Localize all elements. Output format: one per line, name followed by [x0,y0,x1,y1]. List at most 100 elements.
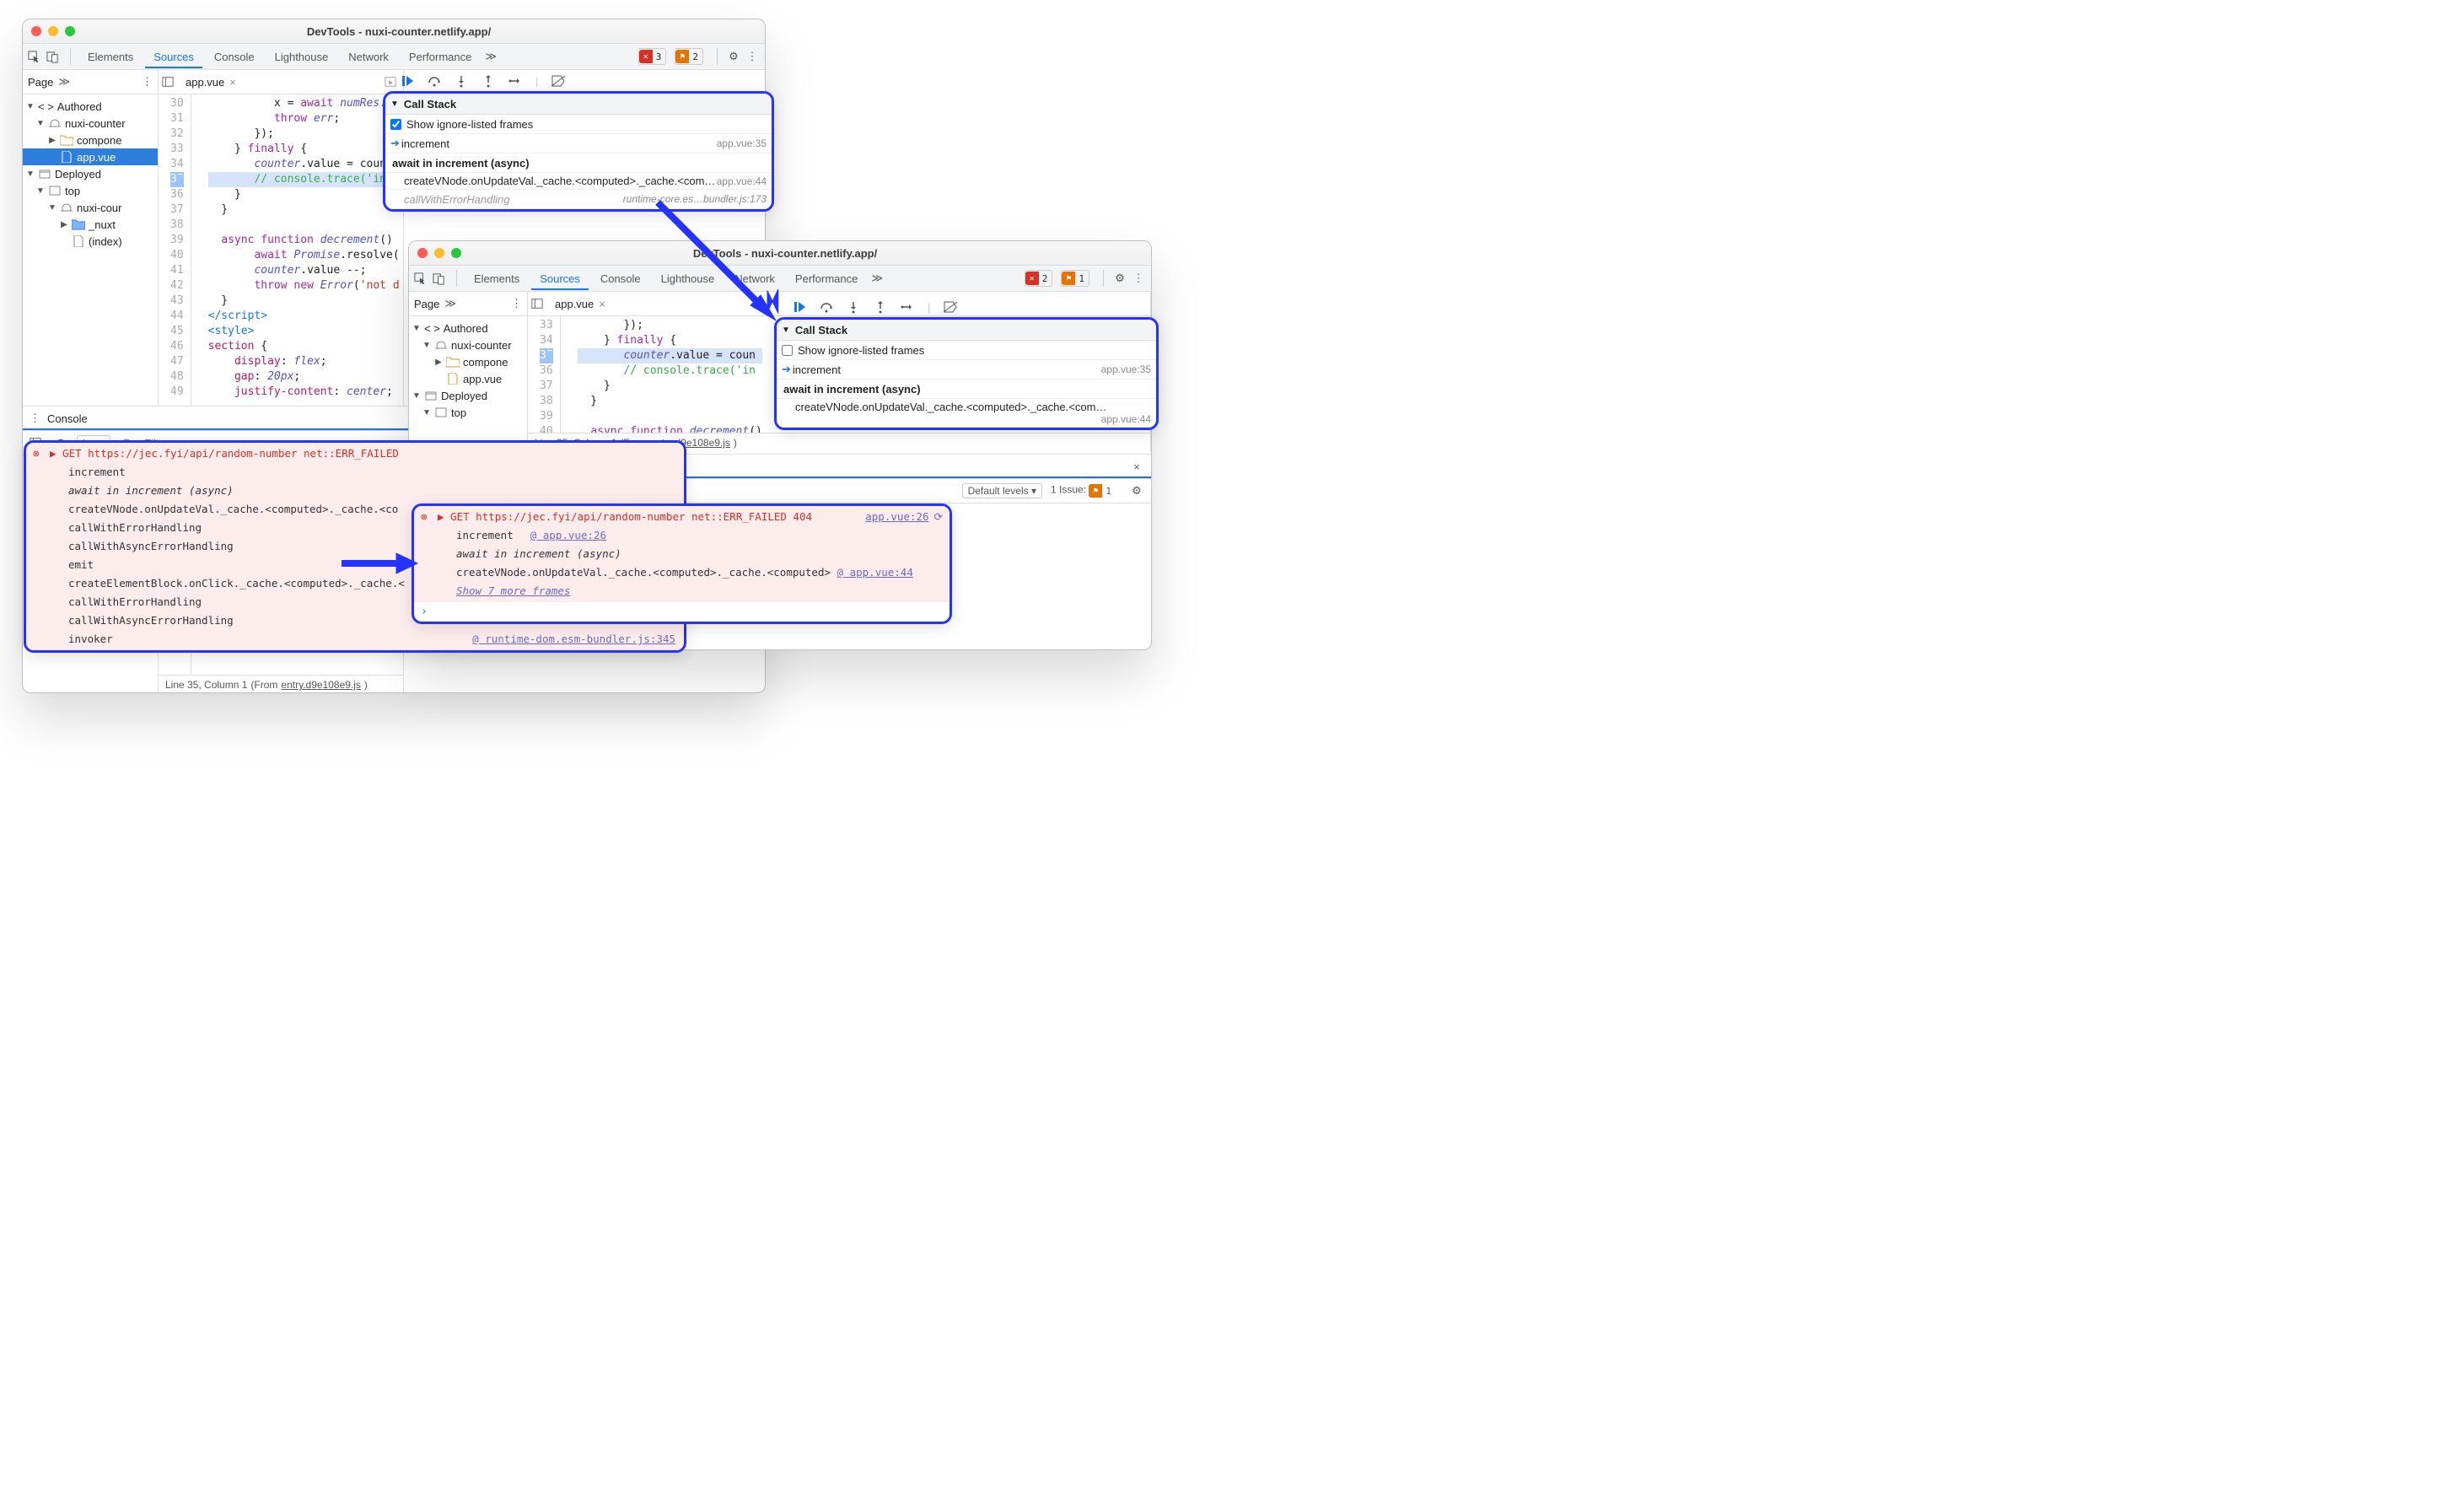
tree-deployed-section[interactable]: ▼Deployed [23,165,158,182]
toggle-navigator-icon[interactable] [162,76,177,88]
tree-item-active-file[interactable]: app.vue [23,148,158,165]
call-stack-frame[interactable]: incrementapp.vue:35 [777,360,1156,380]
file-tab-active[interactable]: app.vue× [180,76,241,89]
tree-item[interactable]: ▶compone [409,353,527,370]
log-levels-selector[interactable]: Default levels ▾ [962,483,1042,498]
show-ignore-listed-checkbox[interactable] [782,345,793,356]
debugger-resume-icon[interactable] [793,300,806,314]
inspect-element-icon[interactable] [414,272,429,285]
close-file-tab-icon[interactable]: × [599,298,605,310]
error-count-badge[interactable]: ✕3 [638,48,667,65]
error-count-badge[interactable]: ✕2 [1025,270,1053,287]
debugger-step-over-icon[interactable] [428,74,441,88]
editor-status-bar: Line 35, Column 1 (From entry.d9e108e9.j… [159,675,403,693]
navigator-more-chevrons[interactable]: ≫ [444,297,456,310]
debugger-resume-icon[interactable] [401,74,414,88]
minimize-window-dot[interactable] [434,248,444,258]
debugger-deactivate-breakpoints-icon[interactable] [551,75,567,87]
tree-item[interactable]: ▼top [409,404,527,421]
tab-lighthouse[interactable]: Lighthouse [266,46,337,68]
navigator-options-kebab[interactable]: ⋮ [511,297,522,310]
debugger-step-icon[interactable] [508,74,522,88]
tree-authored-section[interactable]: ▼< >Authored [409,320,527,337]
navigator-more-chevrons[interactable]: ≫ [58,75,70,89]
tree-item[interactable]: ▼nuxi-counter [23,115,158,132]
console-stack-frame[interactable]: invoker@ runtime-dom.esm-bundler.js:345 [26,630,684,649]
device-toolbar-icon[interactable] [433,272,448,285]
tab-elements[interactable]: Elements [465,267,528,290]
debugger-step-into-icon[interactable] [455,74,468,88]
console-stack-source-link[interactable]: @ app.vue:26 [530,529,606,541]
console-stack-frame[interactable]: increment [26,463,684,482]
tab-sources[interactable]: Sources [531,267,589,290]
console-error-line[interactable]: ⊗ ▶ GET https://jec.fyi/api/random-numbe… [414,508,950,526]
console-source-link[interactable]: app.vue:26 [865,508,928,526]
status-source-link[interactable]: entry.d9e108e9.js [281,679,361,691]
call-stack-frame[interactable]: createVNode.onUpdateVal._cache.<computed… [385,173,772,190]
tab-performance[interactable]: Performance [401,46,480,68]
console-show-more-frames[interactable]: Show 7 more frames [414,582,950,600]
zoom-window-dot[interactable] [451,248,461,258]
minimize-window-dot[interactable] [48,26,58,36]
zoom-window-dot[interactable] [65,26,75,36]
console-error-line[interactable]: ⊗▶ GET https://jec.fyi/api/random-number… [26,444,684,463]
close-file-tab-icon[interactable]: × [229,76,236,89]
show-ignore-listed-label: Show ignore-listed frames [406,118,533,131]
debugger-step-over-icon[interactable] [820,300,833,314]
console-stack-async: await in increment (async) [26,482,684,500]
tree-item[interactable]: ▶_nuxt [23,216,158,233]
tree-item[interactable]: ▼nuxi-counter [409,337,527,353]
debugger-step-out-icon[interactable] [874,300,887,314]
call-stack-frame[interactable]: createVNode.onUpdateVal._cache.<computed… [777,399,1156,428]
toggle-navigator-icon[interactable] [531,298,546,310]
show-ignore-listed-label: Show ignore-listed frames [798,344,924,357]
inspect-element-icon[interactable] [28,51,43,63]
console-stack-async: await in increment (async) [414,545,950,563]
close-window-dot[interactable] [417,248,428,258]
navigator-tab-page[interactable]: Page [414,298,439,310]
device-toolbar-icon[interactable] [46,51,62,63]
console-stack-frame[interactable]: createVNode.onUpdateVal._cache.<computed… [414,563,950,582]
call-stack-title: Call Stack [404,98,456,110]
warning-count-badge[interactable]: ⚑2 [675,48,703,65]
more-panels-chevrons[interactable]: ≫ [483,50,498,63]
settings-gear-icon[interactable]: ⚙ [1112,272,1127,285]
debugger-step-icon[interactable] [901,300,914,314]
navigator-tab-page[interactable]: Page [28,76,53,89]
tree-authored-section[interactable]: ▼< >Authored [23,98,158,115]
navigator-options-kebab[interactable]: ⋮ [142,75,153,89]
close-drawer-icon[interactable]: × [1129,460,1144,473]
replay-xhr-icon[interactable]: ⟳ [934,508,943,526]
debugger-deactivate-breakpoints-icon[interactable] [944,301,959,313]
tree-item[interactable]: ▼nuxi-cour [23,199,158,216]
tab-network[interactable]: Network [340,46,397,68]
warning-count-badge[interactable]: ⚑1 [1061,270,1089,287]
close-window-dot[interactable] [31,26,41,36]
console-stack-frame[interactable]: increment@ app.vue:26 [414,526,950,545]
show-ignore-listed-checkbox[interactable] [390,119,401,130]
more-options-kebab-icon[interactable]: ⋮ [745,50,760,63]
call-stack-frame[interactable]: incrementapp.vue:35 [385,134,772,153]
tree-item[interactable]: app.vue [409,370,527,387]
settings-gear-icon[interactable]: ⚙ [726,50,741,63]
more-options-kebab-icon[interactable]: ⋮ [1131,272,1146,285]
console-stack-source-link[interactable]: @ app.vue:44 [837,566,913,579]
issues-indicator[interactable]: 1 Issue: ⚑1 [1051,483,1121,498]
console-settings-gear-icon[interactable]: ⚙ [1129,484,1144,498]
drawer-options-kebab[interactable]: ⋮ [30,412,40,425]
tab-performance[interactable]: Performance [787,267,866,290]
tab-console[interactable]: Console [592,267,649,290]
debugger-step-out-icon[interactable] [482,74,495,88]
file-tab-active[interactable]: app.vue× [550,298,611,310]
tab-elements[interactable]: Elements [79,46,142,68]
tree-deployed-section[interactable]: ▼Deployed [409,387,527,404]
tree-item[interactable]: ▶compone [23,132,158,148]
tab-console[interactable]: Console [206,46,263,68]
console-stack-source-link[interactable]: @ runtime-dom.esm-bundler.js:345 [472,633,675,645]
tab-sources[interactable]: Sources [145,46,202,68]
more-panels-chevrons[interactable]: ≫ [869,272,885,285]
console-error-collapsed: ⊗ ▶ GET https://jec.fyi/api/random-numbe… [412,503,952,624]
tree-item[interactable]: (index) [23,233,158,250]
debugger-step-into-icon[interactable] [847,300,860,314]
tree-item[interactable]: ▼top [23,182,158,199]
